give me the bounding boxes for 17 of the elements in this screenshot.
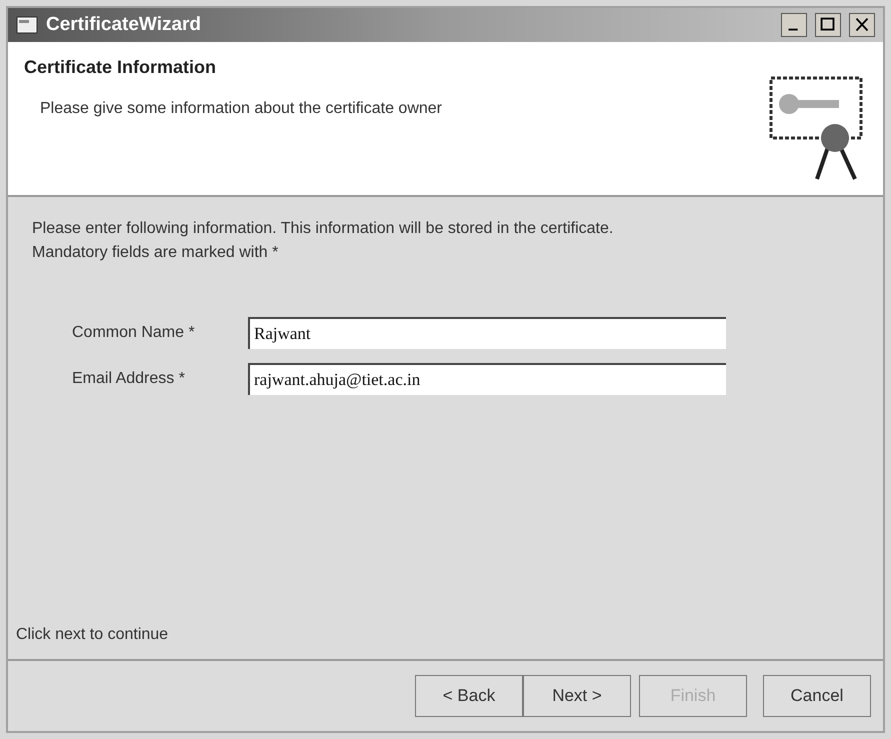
- maximize-icon[interactable]: [815, 13, 841, 37]
- window-title: CertificateWizard: [46, 12, 202, 37]
- wizard-button[interactable]: < Back: [415, 675, 523, 717]
- close-icon[interactable]: [849, 13, 875, 37]
- window-icon: [16, 16, 38, 34]
- instruction-text: Please enter following information. This information will be stored in the certificate.: [32, 219, 614, 239]
- text-field[interactable]: rajwant.ahuja@tiet.ac.in: [248, 363, 726, 395]
- minimize-icon[interactable]: [781, 13, 807, 37]
- mandatory-note: Mandatory fields are marked with *: [32, 243, 280, 263]
- page-title: Certificate Information: [24, 56, 218, 79]
- field-label: Email Address *: [72, 369, 186, 389]
- page-subtitle: Please give some information about the certificate owner: [40, 99, 443, 119]
- hint-text: Click next to continue: [16, 625, 170, 645]
- field-label: Common Name *: [72, 323, 196, 343]
- wizard-button[interactable]: Cancel: [763, 675, 871, 717]
- text-field[interactable]: Rajwant: [248, 317, 726, 349]
- wizard-button[interactable]: Next >: [523, 675, 631, 717]
